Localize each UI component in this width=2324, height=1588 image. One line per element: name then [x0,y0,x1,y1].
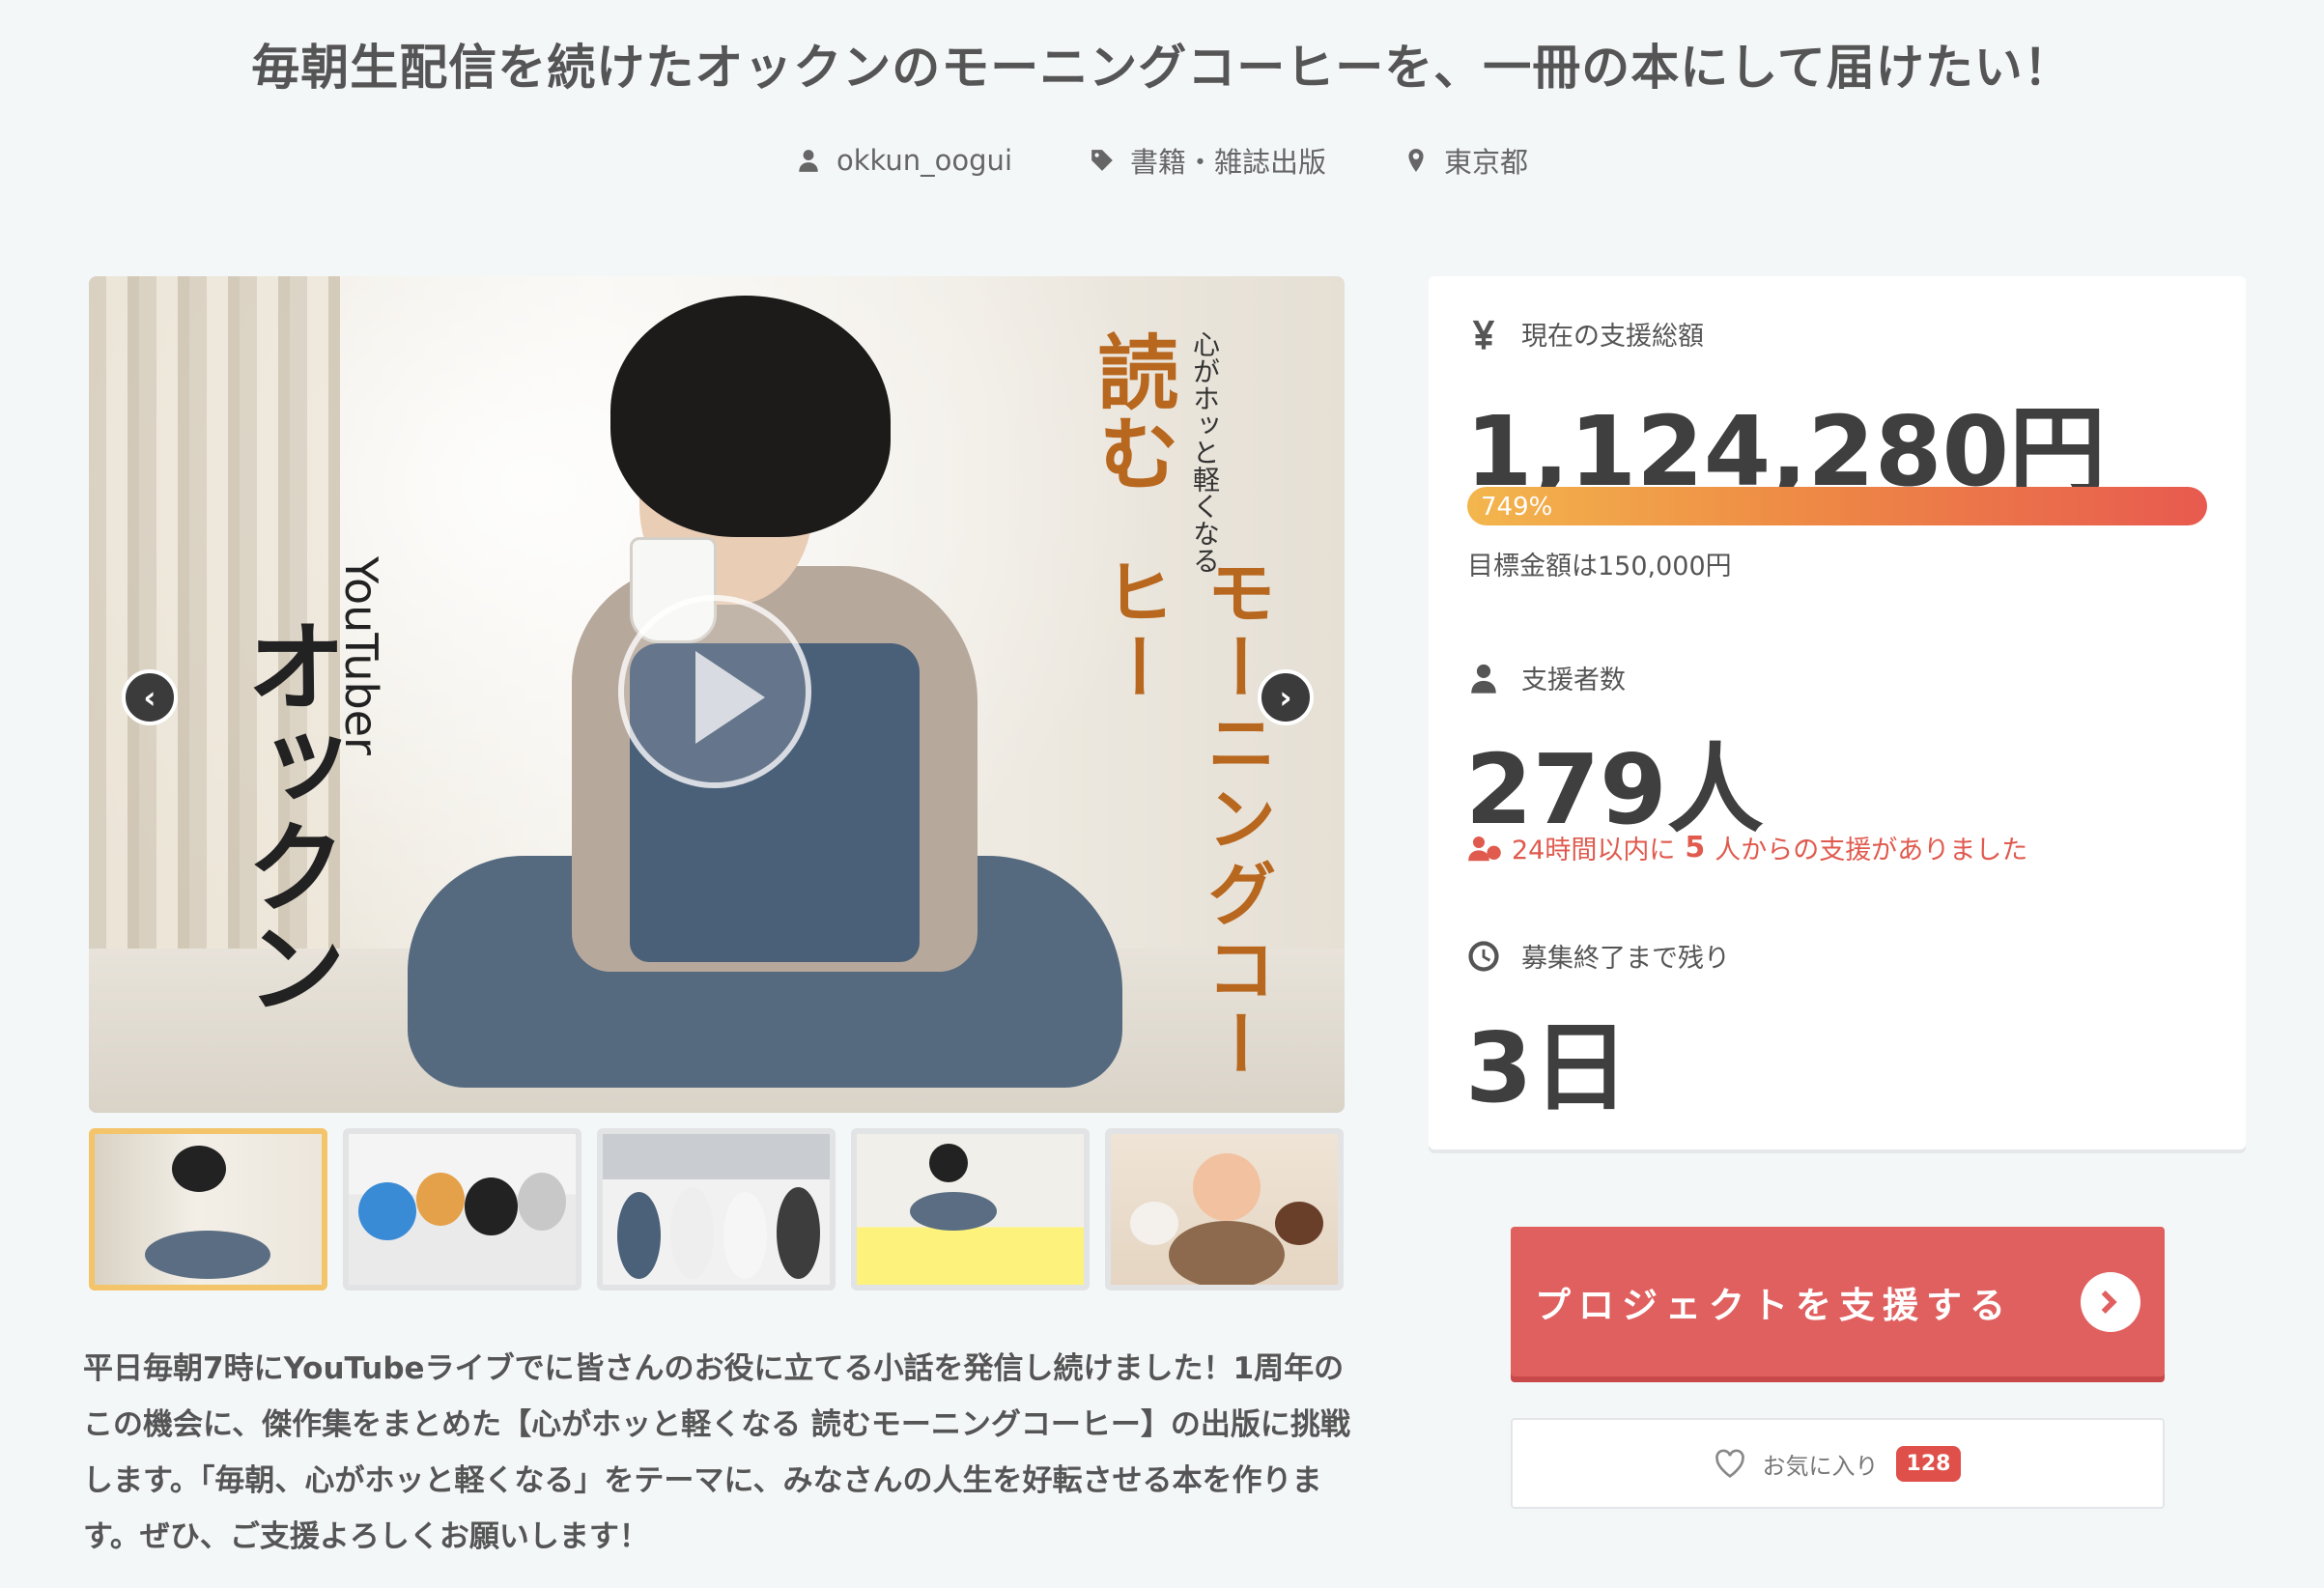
hero-label-name: オックン [228,614,346,1016]
author-name: okkun_oogui [836,144,1012,177]
thumbnail-image [603,1134,830,1285]
remaining-value: 3日 [1465,1011,1630,1124]
support-project-button[interactable]: プロジェクトを支援する [1511,1227,2165,1376]
thumbnail-image [349,1134,576,1285]
thumbnail-3[interactable] [597,1128,836,1290]
goal-amount: 目標金額は150,000円 [1467,552,1732,581]
user-plus-icon [1468,836,1501,861]
meta-category[interactable]: 書籍・雑誌出版 [1090,140,1326,181]
thumbnail-image [95,1134,322,1285]
thumbnail-2[interactable] [343,1128,581,1290]
support-button-label: プロジェクトを支援する [1535,1284,2013,1326]
favorite-label: お気に入り [1762,1452,1879,1480]
category-name: 書籍・雑誌出版 [1130,146,1327,179]
thumbnail-image [857,1134,1084,1285]
chevron-right-icon: › [1279,679,1292,716]
meta-author[interactable]: okkun_oogui [796,140,1012,181]
location-pin-icon [1408,149,1424,172]
user-icon [799,150,818,172]
backers-label: 支援者数 [1467,659,1626,696]
tag-icon [1091,150,1113,171]
favorite-button[interactable]: お気に入り 128 [1511,1418,2165,1509]
person-hair [610,296,891,537]
stats-card: 現在の支援総額 1,124,280円 749% 目標金額は150,000円 支援… [1429,276,2246,1149]
hero-title-read: 読む [1085,330,1180,493]
hero-video[interactable]: 心がホッと軽くなる 読む モーニングコーヒー YouTuber オックン ‹ › [89,276,1345,1113]
thumbnail-5[interactable] [1105,1128,1344,1290]
progress-percent: 749% [1481,493,1553,522]
play-button[interactable] [618,595,811,788]
thumbnail-1[interactable] [89,1128,327,1290]
chevron-right-icon [2081,1271,2140,1332]
thumbnail-strip [89,1128,1344,1290]
meta-location[interactable]: 東京都 [1403,140,1528,181]
project-meta: okkun_oogui 書籍・雑誌出版 東京都 [0,140,2324,181]
recent-backers-notice: 24時間以内に 5 人からの支援がありました [1467,829,2027,866]
clock-icon [1468,940,1499,972]
remaining-label: 募集終了まで残り [1467,937,1730,975]
project-page: 毎朝生配信を続けたオックンのモーニングコーヒーを、一冊の本にして届けたい！ ok… [0,0,2324,1588]
yen-icon [1472,320,1495,350]
user-icon [1471,664,1496,694]
project-description: 平日毎朝7時にYouTubeライブでに皆さんのお役に立てる小話を発信し続けました… [83,1351,1350,1554]
favorite-count-badge: 128 [1895,1445,1962,1482]
funding-progress-bar: 749% [1467,487,2207,525]
location-name: 東京都 [1444,146,1529,179]
thumbnail-4[interactable] [851,1128,1090,1290]
hero-subtitle: 心がホッと軽くなる [1189,330,1221,574]
prev-slide-button[interactable]: ‹ [122,669,178,725]
hero-title-book: モーニングコーヒー [1093,556,1277,1084]
heart-icon [1715,1449,1744,1478]
project-title: 毎朝生配信を続けたオックンのモーニングコーヒーを、一冊の本にして届けたい！ [251,40,2073,96]
thumbnail-image [1111,1134,1338,1285]
chevron-left-icon: ‹ [143,679,156,716]
total-funding-label: 現在の支援総額 [1467,315,1704,353]
next-slide-button[interactable]: › [1258,669,1314,725]
